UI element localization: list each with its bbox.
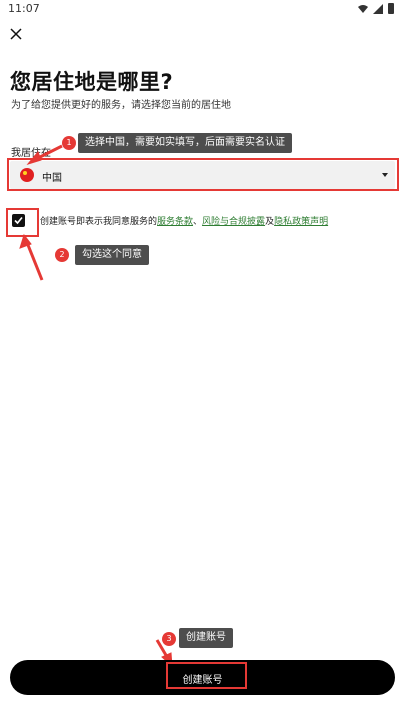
annotation-2-number: 2 [55, 248, 69, 262]
status-bar: 11:07 [0, 0, 400, 18]
country-select[interactable]: 中国 [10, 161, 395, 189]
page-subtitle: 为了给您提供更好的服务，请选择您当前的居住地 [11, 100, 231, 111]
dropdown-caret-icon [382, 173, 388, 177]
signal-icon [373, 3, 383, 14]
annotation-3-label: 创建账号 [179, 628, 233, 648]
status-icons [358, 3, 394, 14]
annotation-2-label: 勾选这个同意 [75, 245, 149, 265]
annotation-2-arrow [19, 233, 44, 281]
battery-icon [388, 3, 394, 14]
agreement-prefix: 创建账号即表示我同意服务的 [40, 217, 158, 227]
create-account-label: 创建账号 [182, 675, 223, 686]
agreement-checkbox[interactable] [12, 214, 25, 227]
status-time: 11:07 [8, 2, 40, 15]
wifi-icon [358, 4, 368, 13]
checkmark-icon [14, 216, 23, 225]
privacy-policy-link[interactable]: 隐私政策声明 [274, 217, 328, 227]
residence-label: 我居住在 [11, 148, 51, 159]
terms-link[interactable]: 服务条款 [157, 217, 193, 227]
page-title: 您居住地是哪里? [10, 70, 174, 94]
risk-disclosure-link[interactable]: 风险与合规披露 [202, 217, 265, 227]
china-flag-icon [20, 168, 34, 182]
country-value: 中国 [42, 173, 62, 184]
close-icon[interactable] [8, 26, 24, 42]
annotation-3-number: 3 [162, 632, 176, 646]
agreement-text: 创建账号即表示我同意服务的服务条款、风险与合规披露及隐私政策声明 [40, 214, 328, 227]
create-account-button[interactable]: 创建账号 [10, 660, 395, 695]
annotation-1-number: 1 [62, 136, 76, 150]
agreement-and: 及 [265, 217, 275, 227]
annotation-1-label: 选择中国，需要如实填写，后面需要实名认证 [78, 133, 292, 153]
agreement-comma: 、 [193, 217, 203, 227]
